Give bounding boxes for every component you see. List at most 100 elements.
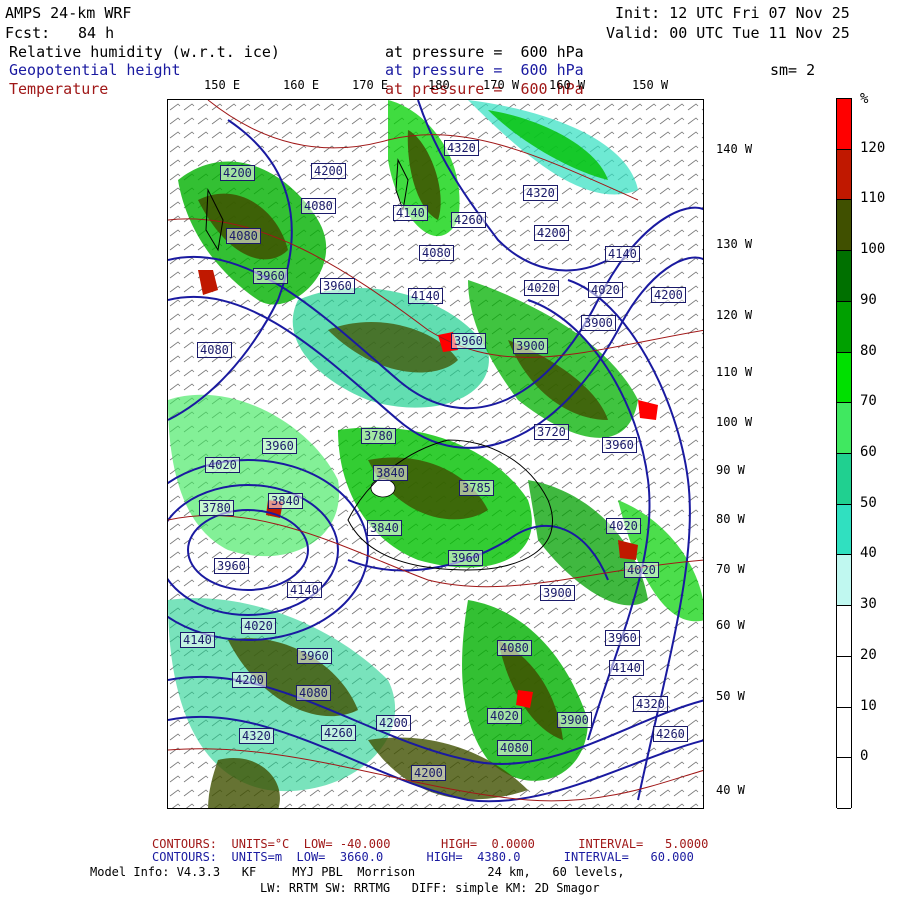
height-label: 3960	[262, 438, 297, 454]
colorbar-segment	[837, 758, 851, 809]
colorbar-label: 40	[860, 545, 877, 562]
lat-label: 140 W	[716, 142, 753, 156]
height-label: 3960	[448, 550, 483, 566]
height-label: 4320	[523, 185, 558, 201]
height-label: 4080	[296, 685, 331, 701]
colorbar-segment	[837, 251, 851, 302]
lon-label: 160 E	[283, 78, 320, 92]
height-label: 4080	[497, 740, 532, 756]
height-label: 4020	[524, 280, 559, 296]
colorbar-label: 10	[860, 697, 877, 714]
field-rh-name: Relative humidity (w.r.t. ice)	[9, 43, 280, 61]
height-label: 4140	[287, 582, 322, 598]
height-label: 4140	[180, 632, 215, 648]
height-label: 3900	[540, 585, 575, 601]
height-label: 3840	[367, 520, 402, 536]
height-label: 4320	[633, 696, 668, 712]
colorbar-segment	[837, 149, 851, 201]
height-label: 4020	[588, 282, 623, 298]
height-label: 4260	[321, 725, 356, 741]
height-label: 4140	[408, 288, 443, 304]
lon-label: 150 E	[204, 78, 241, 92]
height-label: 4200	[220, 165, 255, 181]
height-label: 3720	[534, 424, 569, 440]
map-field-svg	[168, 100, 703, 808]
height-label: 4320	[444, 140, 479, 156]
height-contour-info: CONTOURS: UNITS=m LOW= 3660.0 HIGH= 4380…	[152, 850, 694, 864]
height-label: 4020	[606, 518, 641, 534]
forecast-hour: 84 h	[78, 24, 115, 42]
colorbar-segment	[837, 606, 851, 657]
height-label: 4080	[301, 198, 336, 214]
height-label: 4140	[393, 205, 428, 221]
height-label: 4020	[624, 562, 659, 578]
colorbar-label: 60	[860, 444, 877, 460]
lat-label: 100 W	[716, 415, 753, 429]
height-label: 3960	[602, 437, 637, 453]
lon-label: 170 E	[352, 78, 389, 92]
temperature-contour-info: CONTOURS: UNITS=°C LOW= -40.000 HIGH= 0.…	[152, 837, 709, 851]
field-rh-level: at pressure = 600 hPa	[385, 43, 584, 61]
colorbar-segment	[837, 504, 851, 556]
height-label: 4320	[239, 728, 274, 744]
colorbar-label: 30	[860, 596, 877, 613]
lon-label: 160 W	[549, 78, 586, 92]
colorbar-segment	[837, 99, 851, 150]
height-label: 3900	[513, 338, 548, 354]
colorbar-segment	[837, 200, 851, 252]
height-label: 4020	[241, 618, 276, 634]
model-info: Model Info: V4.3.3 KF MYJ PBL Morrison 2…	[90, 865, 625, 879]
map-panel: 4200 4200 4320 4320 4140 4080 4200 4260 …	[167, 99, 704, 809]
lat-label: 110 W	[716, 365, 753, 379]
height-label: 4200	[376, 715, 411, 731]
lat-label: 130 W	[716, 237, 753, 251]
height-label: 4080	[226, 228, 261, 244]
colorbar-label: 110	[860, 190, 886, 207]
height-label: 3780	[361, 428, 396, 444]
height-label: 3780	[199, 500, 234, 516]
height-label: 4140	[609, 660, 644, 676]
colorbar-segment	[837, 352, 851, 404]
colorbar-label: 0	[860, 748, 869, 765]
height-label: 3960	[214, 558, 249, 574]
lat-label: 50 W	[716, 689, 745, 703]
height-label: 4080	[419, 245, 454, 261]
lat-label: 70 W	[716, 562, 745, 576]
colorbar	[836, 98, 852, 809]
height-label: 3960	[253, 268, 288, 284]
field-temp-name: Temperature	[9, 80, 109, 98]
colorbar-segment	[837, 707, 851, 759]
colorbar-label: 20	[860, 646, 877, 663]
lon-label: 170 W	[483, 78, 520, 92]
colorbar-label: 50	[860, 494, 877, 511]
height-label: 4200	[411, 765, 446, 781]
colorbar-label: 120	[860, 139, 886, 156]
height-label: 3840	[268, 493, 303, 509]
lat-label: 120 W	[716, 308, 753, 322]
colorbar-segment	[837, 454, 851, 505]
lat-label: 80 W	[716, 512, 745, 526]
colorbar-label: 70	[860, 393, 877, 410]
field-height-level: at pressure = 600 hPa	[385, 61, 584, 79]
height-label: 3900	[581, 315, 616, 331]
lat-label: 60 W	[716, 618, 745, 632]
height-label: 4260	[451, 212, 486, 228]
height-label: 4200	[311, 163, 346, 179]
height-label: 4200	[651, 287, 686, 303]
colorbar-segment	[837, 301, 851, 353]
colorbar-segment	[837, 403, 851, 454]
lat-label: 90 W	[716, 463, 745, 477]
height-label: 4020	[487, 708, 522, 724]
colorbar-segment	[837, 656, 851, 708]
colorbar-segment	[837, 555, 851, 607]
height-label: 4080	[197, 342, 232, 358]
height-label: 4140	[605, 246, 640, 262]
lon-label: 180	[428, 78, 450, 92]
valid-time: Valid: 00 UTC Tue 11 Nov 25	[606, 24, 850, 42]
lat-label: 40 W	[716, 783, 745, 797]
height-label: 4080	[497, 640, 532, 656]
forecast-label: Fcst:	[5, 24, 51, 42]
height-label: 4260	[653, 726, 688, 742]
height-label: 4200	[232, 672, 267, 688]
smoothing-label: sm= 2	[770, 61, 816, 79]
